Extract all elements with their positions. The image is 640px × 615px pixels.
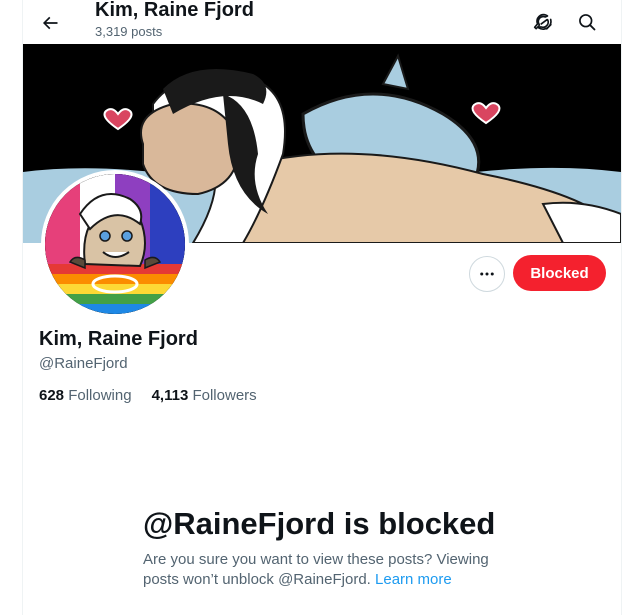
profile-column: Kim, Raine Fjord 3,319 posts Blocked Kim… (22, 0, 622, 615)
blocked-button[interactable]: Blocked (513, 255, 606, 291)
more-options-button[interactable] (469, 256, 505, 292)
following-label: Following (68, 387, 132, 404)
following-count: 628 (39, 387, 65, 404)
profile-name: Kim, Raine Fjord (39, 328, 198, 350)
back-button[interactable] (33, 6, 67, 40)
more-dots-icon (480, 272, 494, 276)
avatar-artwork (45, 174, 185, 314)
grok-icon (533, 13, 552, 31)
blocked-notice-description: Are you sure you want to view these post… (143, 550, 513, 590)
profile-handle: @RaineFjord (39, 355, 128, 372)
search-button[interactable] (570, 5, 604, 39)
followers-label: Followers (192, 387, 257, 404)
header-posts-count: 3,319 posts (95, 24, 163, 39)
grok-button[interactable] (526, 5, 560, 39)
arrow-left-icon (42, 16, 58, 30)
profile-avatar[interactable] (41, 170, 189, 318)
learn-more-link[interactable]: Learn more (375, 571, 452, 588)
profile-header: Kim, Raine Fjord 3,319 posts (23, 0, 621, 44)
follow-stats: 628 Following 4,113 Followers (39, 387, 257, 404)
followers-count: 4,113 (151, 387, 189, 404)
header-title: Kim, Raine Fjord (95, 0, 254, 21)
blocked-notice-title: @RaineFjord is blocked (143, 506, 496, 541)
search-icon (579, 14, 596, 31)
followers-link[interactable]: 4,113 Followers (152, 387, 257, 404)
following-link[interactable]: 628 Following (39, 387, 132, 404)
